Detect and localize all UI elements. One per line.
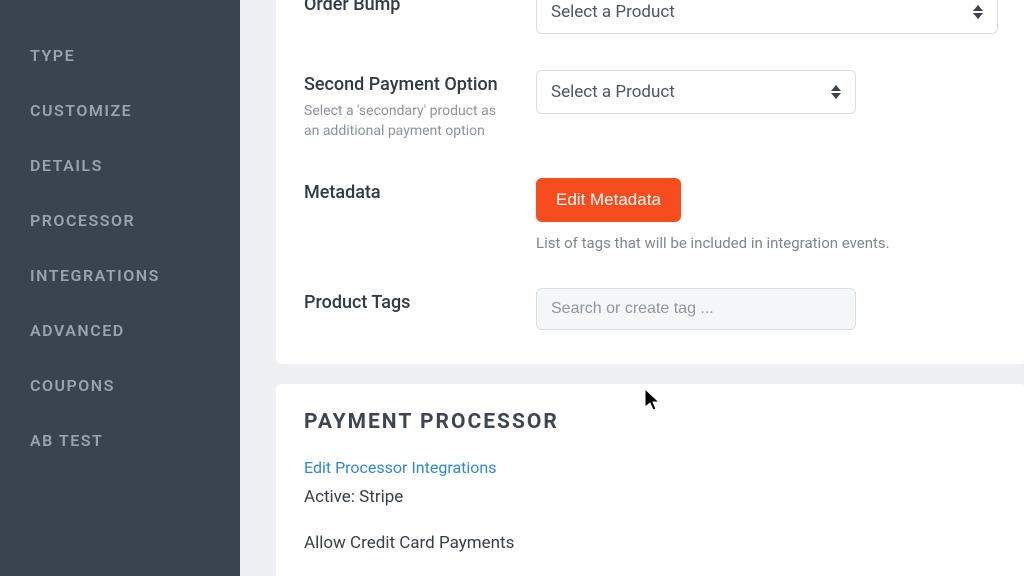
edit-processor-integrations-link[interactable]: Edit Processor Integrations — [304, 458, 496, 477]
product-tags-label: Product Tags — [304, 292, 536, 313]
row-product-tags: Product Tags — [304, 270, 998, 336]
payment-processor-title: PAYMENT PROCESSOR — [304, 384, 998, 448]
edit-metadata-button[interactable]: Edit Metadata — [536, 178, 681, 222]
order-bump-select-value: Select a Product — [551, 2, 675, 22]
allow-cc-label: Allow Credit Card Payments — [304, 533, 998, 553]
sidebar-item-integrations[interactable]: INTEGRATIONS — [0, 248, 240, 303]
metadata-label: Metadata — [304, 182, 536, 203]
second-payment-label: Second Payment Option — [304, 74, 536, 95]
metadata-desc: List of tags that will be included in in… — [536, 234, 998, 252]
row-second-payment: Second Payment Option Select a 'secondar… — [304, 52, 998, 160]
sidebar-item-coupons[interactable]: COUPONS — [0, 358, 240, 413]
second-payment-select-value: Select a Product — [551, 82, 675, 102]
row-order-bump: Order Bump Select a Product — [304, 0, 998, 52]
row-metadata: Metadata Edit Metadata List of tags that… — [304, 160, 998, 270]
sidebar-item-customize[interactable]: CUSTOMIZE — [0, 83, 240, 138]
active-processor: Active: Stripe — [304, 487, 998, 507]
sidebar-item-advanced[interactable]: ADVANCED — [0, 303, 240, 358]
sort-icon — [831, 85, 841, 99]
sidebar-item-type[interactable]: TYPE — [0, 28, 240, 83]
sidebar-item-ab-test[interactable]: AB TEST — [0, 413, 240, 468]
second-payment-help: Select a 'secondary' product as an addit… — [304, 101, 514, 142]
product-tags-input[interactable] — [536, 288, 856, 330]
sidebar-item-details[interactable]: DETAILS — [0, 138, 240, 193]
order-bump-select[interactable]: Select a Product — [536, 0, 998, 34]
sort-icon — [973, 5, 983, 19]
main-content: Order Bump Select a Product Second Pay — [240, 0, 1024, 576]
second-payment-select[interactable]: Select a Product — [536, 70, 856, 114]
payment-processor-card: PAYMENT PROCESSOR Edit Processor Integra… — [276, 384, 1024, 576]
sidebar-item-processor[interactable]: PROCESSOR — [0, 193, 240, 248]
product-settings-card: Order Bump Select a Product Second Pay — [276, 0, 1024, 364]
sidebar: TYPE CUSTOMIZE DETAILS PROCESSOR INTEGRA… — [0, 0, 240, 576]
order-bump-label: Order Bump — [304, 0, 536, 15]
